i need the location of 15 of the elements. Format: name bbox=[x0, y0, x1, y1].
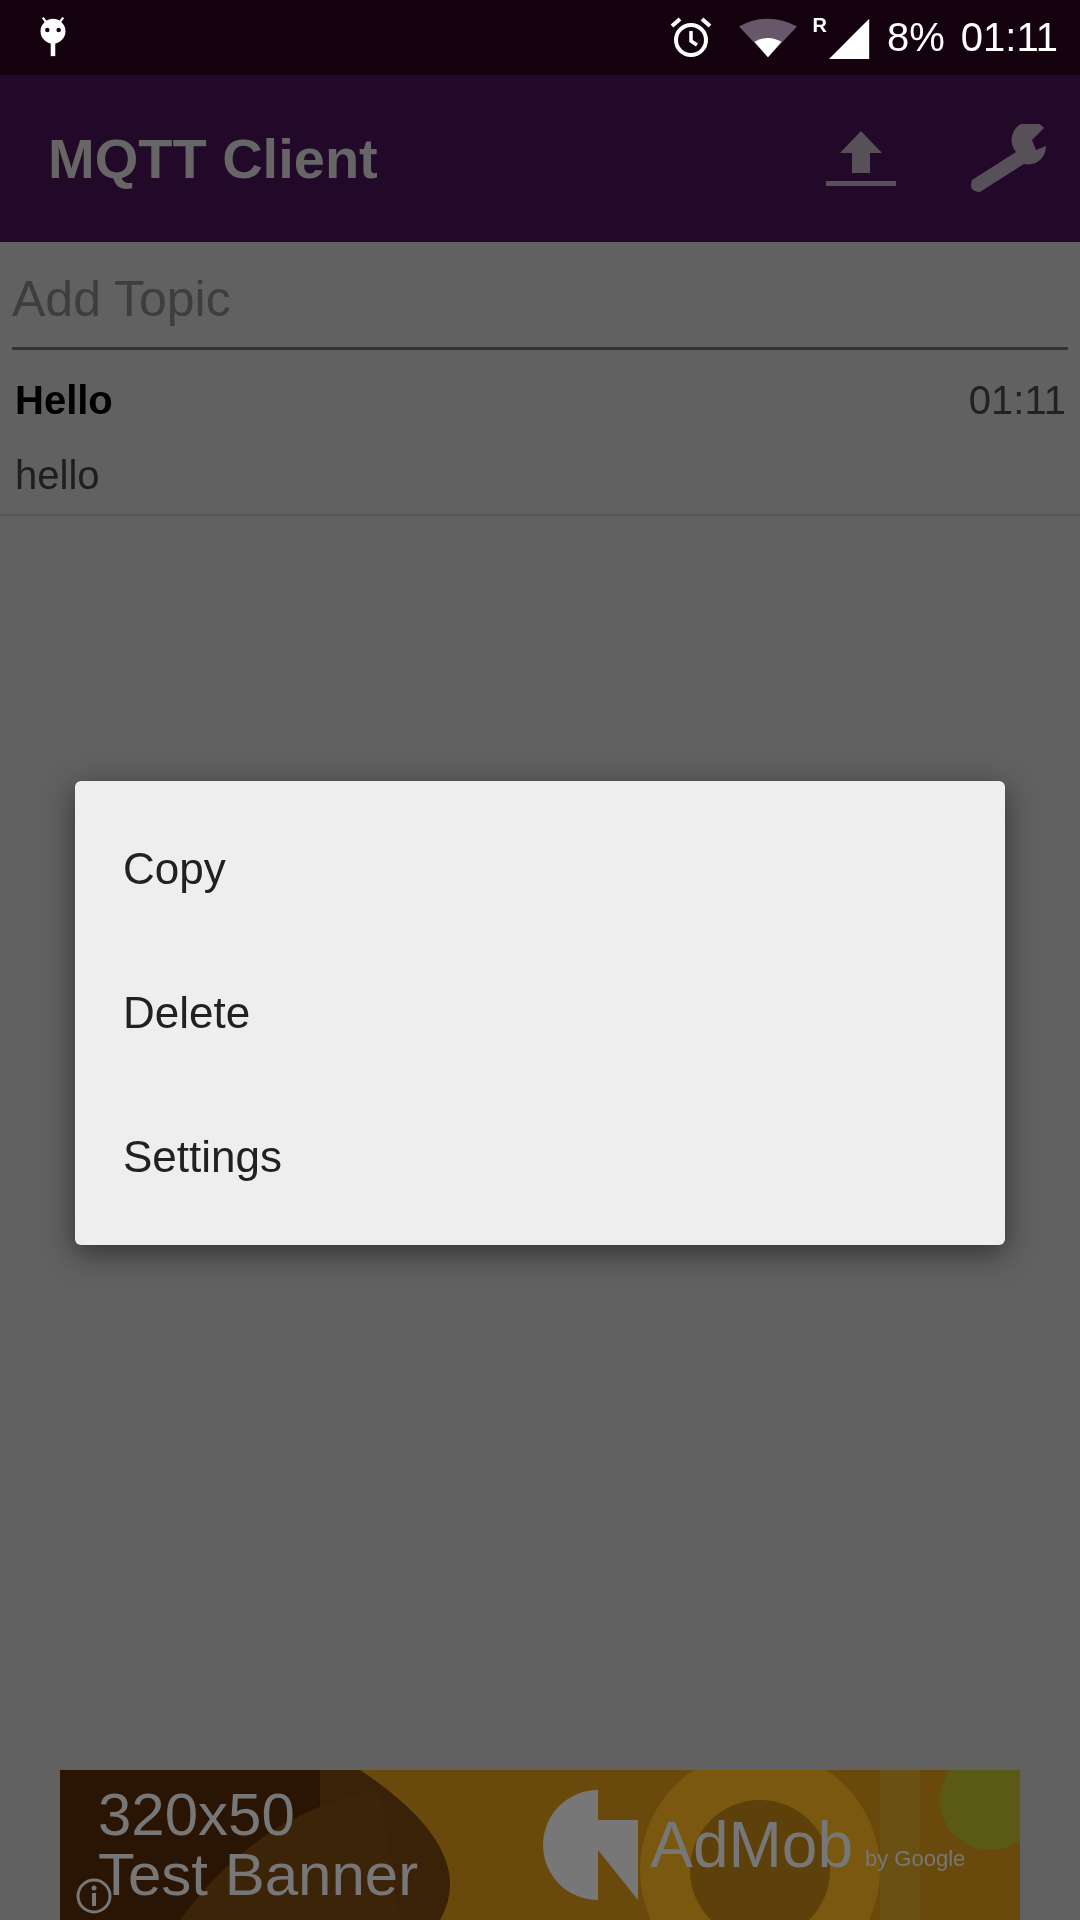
ad-size-text: 320x50 bbox=[98, 1785, 296, 1845]
roaming-indicator: R bbox=[812, 14, 828, 37]
ad-brand-text: AdMob bbox=[650, 1808, 853, 1882]
menu-item[interactable]: Copy bbox=[75, 797, 1005, 941]
ad-banner[interactable]: 320x50 Test Banner AdMob by Google bbox=[60, 1770, 1020, 1920]
ad-label-text: Test Banner bbox=[98, 1845, 419, 1905]
ad-byline-text: by Google bbox=[864, 1846, 966, 1872]
app-title: MQTT Client bbox=[48, 126, 378, 191]
message-topic: Hello bbox=[15, 378, 113, 423]
clock-text: 01:11 bbox=[960, 15, 1058, 60]
message-text: hello bbox=[15, 453, 101, 498]
battery-text: 8% bbox=[887, 15, 945, 60]
message-time: 01:11 bbox=[968, 378, 1066, 423]
menu-item[interactable]: Delete bbox=[75, 941, 1005, 1085]
menu-item[interactable]: Settings bbox=[75, 1085, 1005, 1229]
